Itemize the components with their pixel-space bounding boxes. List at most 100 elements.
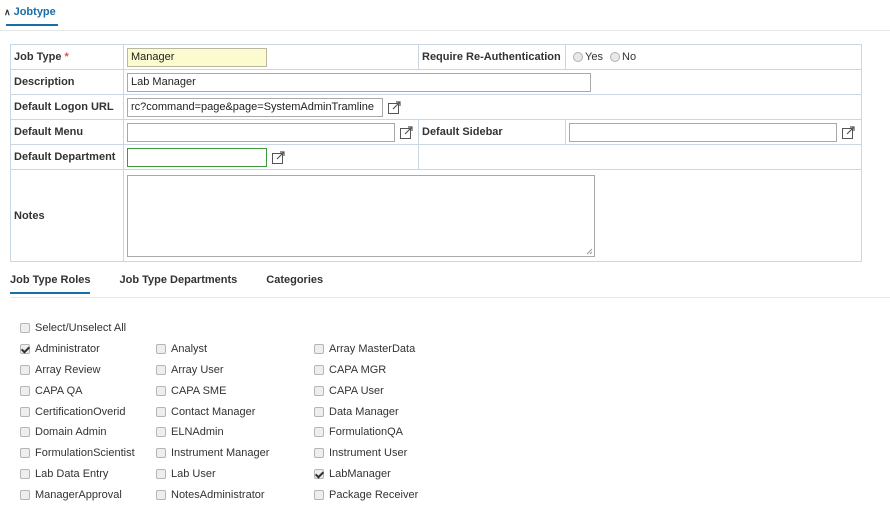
- role-checkbox[interactable]: Array Review: [20, 364, 156, 376]
- logon-url-input[interactable]: rc?command=page&page=SystemAdminTramline: [127, 97, 383, 117]
- reauth-no-radio[interactable]: [610, 52, 621, 63]
- notes-label: Notes: [10, 169, 124, 262]
- default-sidebar-label: Default Sidebar: [418, 119, 566, 145]
- role-checkbox[interactable]: CAPA SME: [156, 385, 314, 397]
- checkbox-icon: [314, 448, 324, 459]
- checkbox-checked-icon: [314, 468, 324, 479]
- checkbox-icon: [156, 448, 166, 459]
- checkbox-icon: [20, 468, 30, 479]
- role-checkbox[interactable]: NotesAdministrator: [156, 489, 314, 501]
- checkbox-icon: [314, 406, 324, 417]
- role-checkbox[interactable]: ELNAdmin: [156, 426, 314, 438]
- checkbox-icon: [20, 448, 30, 459]
- tab-categories[interactable]: Categories: [266, 274, 323, 294]
- role-label: FormulationQA: [329, 426, 403, 439]
- role-label: Administrator: [35, 343, 100, 356]
- role-label: Instrument User: [329, 447, 408, 460]
- jobtype-form: Job Type * Manager Require Re-Authentica…: [10, 44, 862, 262]
- role-checkbox[interactable]: FormulationQA: [314, 426, 474, 438]
- section-toggle[interactable]: ∧ Jobtype: [4, 6, 56, 18]
- checkbox-icon: [156, 468, 166, 479]
- open-link-icon[interactable]: [388, 100, 401, 114]
- default-department-label: Default Department: [10, 144, 124, 170]
- role-checkbox[interactable]: CAPA MGR: [314, 364, 474, 376]
- checkbox-icon: [314, 364, 324, 375]
- description-input[interactable]: Lab Manager: [127, 72, 591, 92]
- default-sidebar-input[interactable]: [569, 122, 837, 142]
- empty-cell: [418, 144, 862, 170]
- logon-url-label: Default Logon URL: [10, 94, 124, 120]
- checkbox-icon: [20, 385, 30, 396]
- section-divider: [0, 30, 890, 31]
- role-label: CAPA User: [329, 384, 384, 397]
- checkbox-icon: [314, 385, 324, 396]
- role-label: LabManager: [329, 467, 391, 480]
- role-label: CAPA SME: [171, 384, 227, 397]
- reauth-radio-group: Yes No: [565, 44, 862, 70]
- role-checkbox[interactable]: Data Manager: [314, 406, 474, 418]
- role-label: FormulationScientist: [35, 447, 135, 460]
- description-label: Description: [10, 69, 124, 95]
- resize-grip-icon[interactable]: [586, 248, 593, 255]
- role-checkbox[interactable]: Lab User: [156, 468, 314, 480]
- role-checkbox[interactable]: Instrument Manager: [156, 447, 314, 459]
- role-checkbox[interactable]: FormulationScientist: [20, 447, 156, 459]
- role-checkbox[interactable]: CAPA User: [314, 385, 474, 397]
- role-label: Lab Data Entry: [35, 467, 109, 480]
- section-title: Jobtype: [13, 6, 56, 18]
- role-label: Contact Manager: [171, 405, 256, 418]
- checkbox-icon: [20, 364, 30, 375]
- open-link-icon[interactable]: [842, 125, 855, 139]
- role-label: Instrument Manager: [171, 447, 270, 460]
- checkbox-icon: [156, 427, 166, 438]
- reauth-no-label: No: [622, 51, 637, 63]
- default-menu-label: Default Menu: [10, 119, 124, 145]
- section-title-underline: [6, 24, 58, 26]
- default-menu-input[interactable]: [127, 122, 395, 142]
- reauth-yes-radio[interactable]: [573, 52, 583, 63]
- role-checkbox[interactable]: Array User: [156, 364, 314, 376]
- checkbox-icon: [314, 344, 324, 355]
- role-checkbox[interactable]: Lab Data Entry: [20, 468, 156, 480]
- role-label: ELNAdmin: [171, 426, 224, 439]
- role-checkbox[interactable]: Analyst: [156, 343, 314, 355]
- select-all-checkbox[interactable]: Select/Unselect All: [20, 322, 126, 334]
- open-link-icon[interactable]: [272, 150, 285, 164]
- role-checkbox[interactable]: LabManager: [314, 468, 474, 480]
- role-checkbox[interactable]: Contact Manager: [156, 406, 314, 418]
- role-checkbox[interactable]: Domain Admin: [20, 426, 156, 438]
- role-checkbox[interactable]: Administrator: [20, 343, 156, 355]
- role-label: NotesAdministrator: [171, 488, 265, 501]
- reauth-label: Require Re-Authentication: [418, 44, 566, 70]
- role-checkbox[interactable]: Package Receiver: [314, 489, 474, 501]
- role-checkbox[interactable]: CAPA QA: [20, 385, 156, 397]
- open-link-icon[interactable]: [400, 125, 413, 139]
- role-checkbox[interactable]: Instrument User: [314, 447, 474, 459]
- tab-job-type-departments[interactable]: Job Type Departments: [119, 274, 237, 294]
- job-type-label: Job Type *: [10, 44, 124, 70]
- checkbox-icon: [156, 406, 166, 417]
- role-label: CAPA MGR: [329, 363, 387, 376]
- notes-textarea[interactable]: [127, 174, 595, 257]
- role-label: Array Review: [35, 363, 101, 376]
- role-checkbox[interactable]: Array MasterData: [314, 343, 474, 355]
- checkbox-icon: [156, 385, 166, 396]
- checkbox-icon: [20, 489, 30, 500]
- role-label: Array User: [171, 363, 224, 376]
- checkbox-icon: [314, 489, 324, 500]
- role-label: Analyst: [171, 343, 208, 356]
- role-label: CAPA QA: [35, 384, 83, 397]
- tab-job-type-roles[interactable]: Job Type Roles: [10, 274, 91, 294]
- role-label: Array MasterData: [329, 343, 416, 356]
- chevron-up-icon: ∧: [4, 6, 11, 17]
- role-checkbox[interactable]: CertificationOverid: [20, 406, 156, 418]
- checkbox-checked-icon: [20, 344, 30, 355]
- required-marker: *: [64, 51, 69, 63]
- roles-tabs: Job Type Roles Job Type Departments Cate…: [10, 274, 352, 294]
- job-type-input[interactable]: Manager: [127, 47, 267, 67]
- default-department-input[interactable]: [127, 147, 267, 167]
- checkbox-icon: [156, 344, 166, 355]
- roles-checkbox-list: Select/Unselect All Administrator Analyst…: [20, 318, 474, 505]
- role-label: Lab User: [171, 467, 216, 480]
- role-checkbox[interactable]: ManagerApproval: [20, 489, 156, 501]
